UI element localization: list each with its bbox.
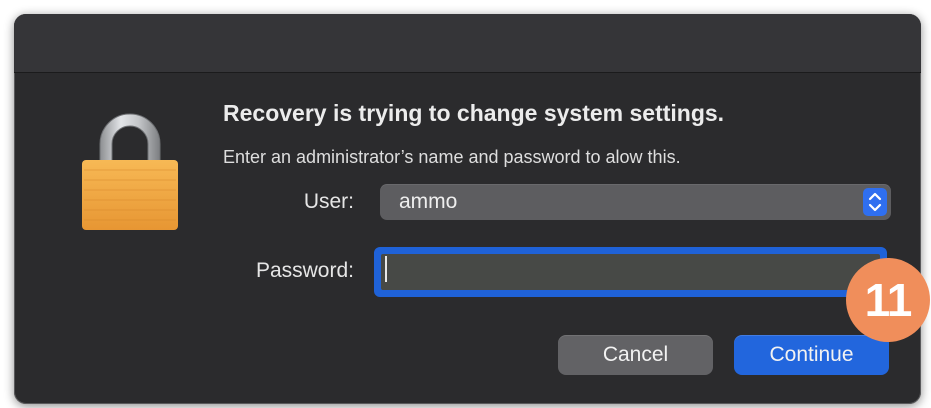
user-select[interactable]: ammo	[380, 184, 891, 220]
password-field[interactable]	[374, 247, 887, 297]
password-input[interactable]	[381, 254, 880, 290]
dialog-message: Enter an administrator’s name and passwo…	[223, 147, 681, 167]
cancel-button[interactable]: Cancel	[558, 335, 713, 375]
user-label: User:	[303, 190, 354, 213]
step-number-badge: 11	[846, 258, 930, 342]
text-cursor	[385, 256, 387, 282]
user-select-value: ammo	[399, 190, 458, 213]
lock-icon	[80, 104, 180, 234]
dialog-title: Recovery is trying to change system sett…	[223, 100, 725, 126]
dialog-titlebar[interactable]	[14, 14, 921, 73]
continue-button[interactable]: Continue	[734, 335, 889, 375]
password-label: Password:	[255, 259, 354, 282]
select-chevron-icon[interactable]	[863, 188, 887, 216]
auth-dialog: Recovery is trying to change system sett…	[14, 14, 921, 404]
